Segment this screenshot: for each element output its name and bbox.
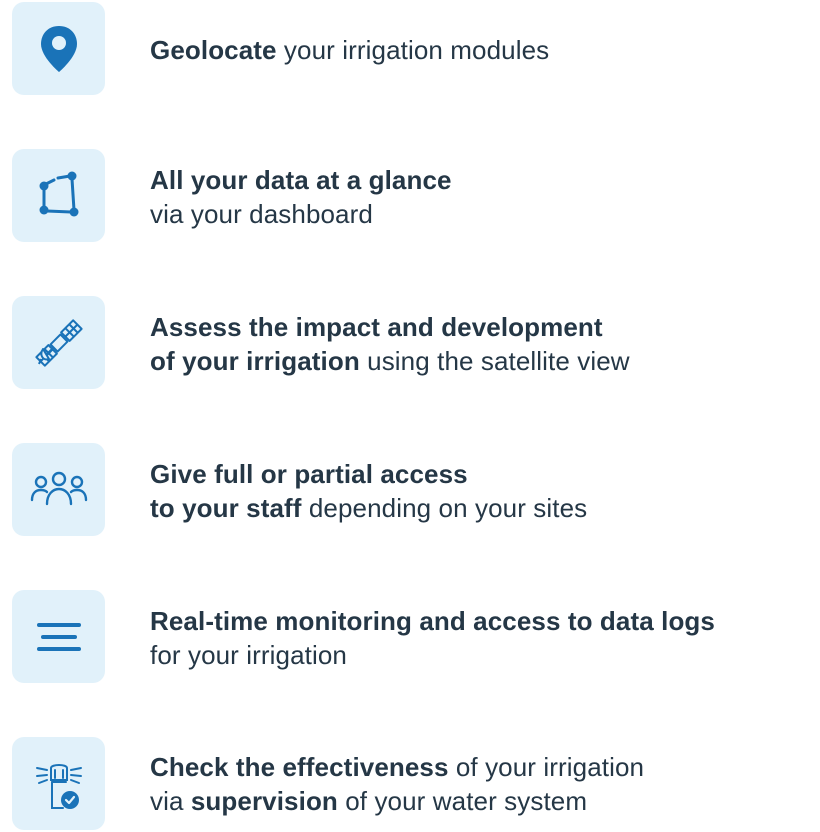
feature-title: Real-time monitoring and access to data … xyxy=(150,605,715,636)
feature-text: All your data at a glance via your dashb… xyxy=(150,163,812,231)
feature-description: of your water system xyxy=(337,786,588,816)
sprinkler-check-icon xyxy=(12,737,105,830)
feature-description: of your irrigation xyxy=(448,752,645,782)
location-pin-icon xyxy=(12,2,105,95)
feature-geolocate: Geolocate your irrigation modules xyxy=(12,2,812,97)
feature-satellite: Assess the impact and development of you… xyxy=(12,296,812,391)
feature-text: Check the effectiveness of your irrigati… xyxy=(150,750,812,818)
feature-text: Assess the impact and development of you… xyxy=(150,310,812,378)
users-group-icon xyxy=(12,443,105,536)
feature-text: Give full or partial access to your staf… xyxy=(150,457,812,525)
feature-title: Check the effectiveness xyxy=(150,752,449,782)
feature-dashboard: All your data at a glance via your dashb… xyxy=(12,149,812,244)
dashboard-nodes-icon xyxy=(12,149,105,242)
feature-title: Assess the impact and development xyxy=(150,311,603,342)
satellite-icon xyxy=(12,296,105,389)
feature-title-continued: to your staff xyxy=(150,492,302,523)
menu-lines-icon xyxy=(12,590,105,683)
feature-description: using the satellite view xyxy=(359,345,630,376)
feature-title: Geolocate xyxy=(150,34,277,65)
feature-text: Real-time monitoring and access to data … xyxy=(150,604,812,672)
feature-monitoring: Real-time monitoring and access to data … xyxy=(12,590,812,685)
feature-description-prefix: via xyxy=(150,786,191,816)
feature-emphasis: supervision xyxy=(190,786,338,816)
feature-text: Geolocate your irrigation modules xyxy=(150,33,812,67)
feature-description: via your dashboard xyxy=(150,198,373,229)
feature-description: your irrigation modules xyxy=(276,34,550,65)
feature-access: Give full or partial access to your staf… xyxy=(12,443,812,538)
feature-title: Give full or partial access xyxy=(150,458,468,489)
feature-title: All your data at a glance xyxy=(150,164,452,195)
feature-title-continued: of your irrigation xyxy=(150,345,360,376)
feature-description: depending on your sites xyxy=(301,492,588,523)
feature-description: for your irrigation xyxy=(150,639,347,670)
